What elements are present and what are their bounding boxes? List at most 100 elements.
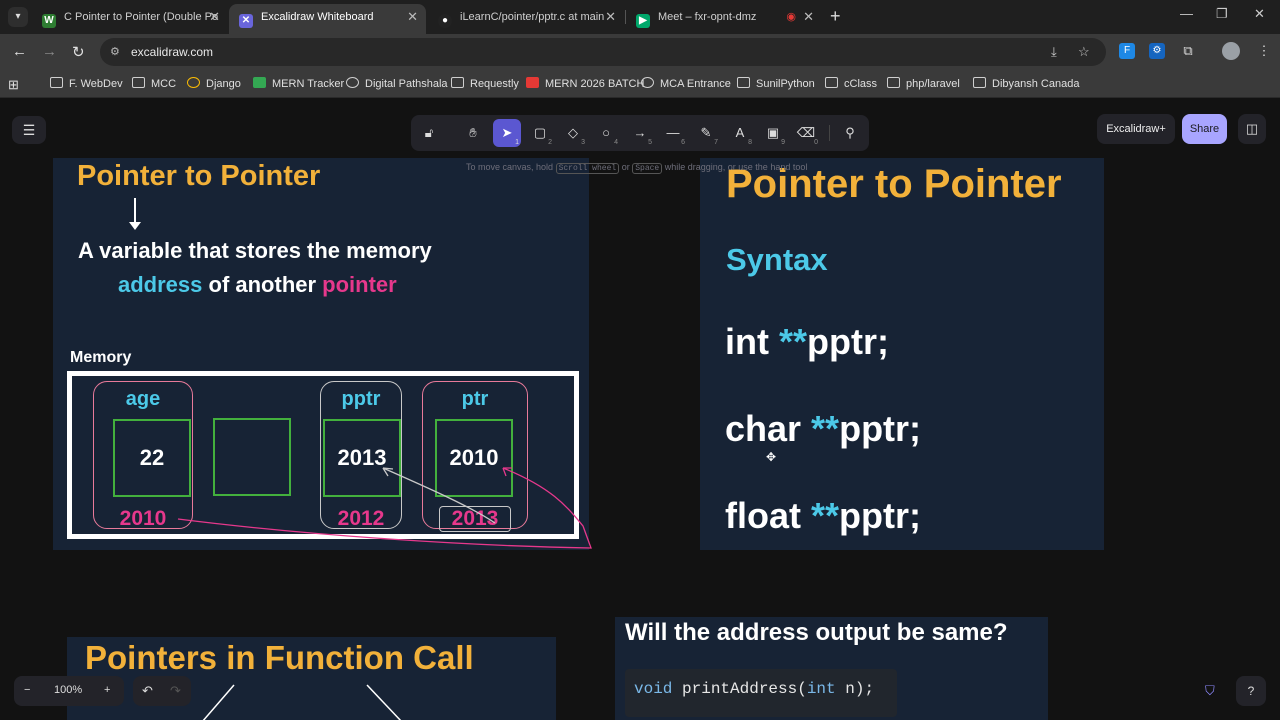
excalidraw-canvas[interactable]: Pointer to Pointer A variable that store…: [0, 98, 1280, 720]
browser-toolbar: ← → ↻ ⚙ excalidraw.com ⤓ ☆ F ⚙ ⧉ ⋮: [0, 34, 1280, 70]
minimize-icon[interactable]: —: [1180, 6, 1193, 21]
undo-redo-controls: ↶ ↷: [133, 676, 191, 706]
slide-address-question[interactable]: Will the address output be same? void pr…: [615, 617, 1048, 720]
tab-title: C Pointer to Pointer (Double Po: [64, 11, 219, 23]
bookmark-mern-2026[interactable]: MERN 2026 BATCH: [526, 77, 644, 90]
rectangle-tool-icon[interactable]: ▢ 2: [526, 119, 554, 147]
syntax-line-float: float **pptr;: [725, 495, 921, 536]
apps-grid-icon[interactable]: ⊞: [8, 77, 19, 93]
tab-title: Meet – fxr-opnt-dmz: [658, 11, 757, 23]
ptr-to-age-arrow: [177, 467, 592, 549]
close-tab-icon[interactable]: ✕: [803, 4, 814, 30]
definition-line-1: A variable that stores the memory: [78, 238, 432, 263]
help-icon[interactable]: ?: [1236, 676, 1266, 706]
bookmark-django[interactable]: Django: [187, 77, 241, 90]
browser-menu-icon[interactable]: ⋮: [1256, 43, 1272, 59]
redo-icon[interactable]: ↷: [170, 683, 181, 699]
folder-icon: [132, 77, 145, 88]
slide-pointer-definition[interactable]: Pointer to Pointer A variable that store…: [53, 158, 592, 550]
bookmark-sunilpython[interactable]: SunilPython: [737, 77, 815, 90]
bookmarks-bar: ⊞ F. WebDev MCC Django MERN Tracker Digi…: [0, 70, 1280, 98]
close-tab-icon[interactable]: ✕: [407, 4, 418, 30]
tab-meet[interactable]: ▶ Meet – fxr-opnt-dmz ◉ ✕: [626, 4, 822, 34]
youtube-icon: [526, 77, 539, 88]
diamond-tool-icon[interactable]: ◇ 3: [559, 119, 587, 147]
main-menu-button[interactable]: ☰: [12, 116, 46, 144]
bookmark-webdev[interactable]: F. WebDev: [50, 77, 123, 90]
bookmark-digital-pathshala[interactable]: Digital Pathshala: [346, 77, 448, 90]
syntax-line-char: char **pptr;: [725, 408, 922, 449]
tab-excalidraw[interactable]: ✕ Excalidraw Whiteboard ✕: [229, 4, 426, 34]
forward-icon[interactable]: →: [42, 43, 57, 60]
drive-icon: [187, 77, 200, 88]
sheets-icon: [253, 77, 266, 88]
folder-icon: [973, 77, 986, 88]
profile-avatar[interactable]: [1222, 42, 1240, 60]
arrow-tool-icon[interactable]: → 5: [626, 119, 654, 147]
eraser-tool-icon[interactable]: ⌫ 0: [792, 119, 820, 147]
draw-tool-icon[interactable]: ✎ 7: [692, 119, 720, 147]
folder-icon: [737, 77, 750, 88]
text-tool-icon[interactable]: A8: [726, 119, 754, 147]
close-window-icon[interactable]: ✕: [1254, 6, 1265, 22]
slide-syntax[interactable]: Pointer to Pointer Syntax int **pptr; ch…: [700, 158, 1104, 550]
url-text: excalidraw.com: [131, 45, 214, 59]
bookmark-php-laravel[interactable]: php/laravel: [887, 77, 960, 90]
folder-icon: [50, 77, 63, 88]
excalidraw-plus-button[interactable]: Excalidraw+: [1097, 114, 1175, 144]
bookmark-mca-entrance[interactable]: MCA Entrance: [641, 77, 731, 90]
meet-favicon-icon: ▶: [636, 14, 650, 28]
shield-icon[interactable]: ⛉: [1205, 683, 1215, 699]
bookmark-dibyansh-canada[interactable]: Dibyansh Canada: [973, 77, 1079, 90]
zoom-controls: − 100% +: [14, 676, 124, 706]
undo-icon[interactable]: ↶: [142, 683, 153, 699]
line-tool-icon[interactable]: —6: [659, 119, 687, 147]
tab-c-pointer[interactable]: W C Pointer to Pointer (Double Po ✕: [32, 4, 228, 34]
syntax-line-int: int **pptr;: [725, 321, 889, 362]
tools-toolbar: 🔓︎ ✋︎ ➤ 1 ▢ 2 ◇ 3 ○ 4 → 5 —6 ✎ 7 A8 ▣ 9 ⌫ 0 ⚲: [411, 115, 869, 151]
code-snippet: void printAddress(int n);: [625, 669, 897, 717]
bookmark-mcc[interactable]: MCC: [132, 77, 176, 90]
share-button[interactable]: Share: [1182, 114, 1227, 144]
github-favicon-icon: ●: [438, 14, 452, 28]
bookmark-star-icon[interactable]: ☆: [1078, 44, 1090, 60]
tab-github[interactable]: ● iLearnC/pointer/pptr.c at main ✕: [428, 4, 624, 34]
selection-tool-icon[interactable]: ➤ 1: [493, 119, 521, 147]
extension-f-icon[interactable]: F: [1119, 43, 1135, 59]
extensions-puzzle-icon[interactable]: ⧉: [1180, 43, 1196, 59]
lock-icon[interactable]: 🔓︎: [415, 119, 443, 147]
globe-icon: [641, 77, 654, 88]
zoom-in-icon[interactable]: +: [104, 684, 110, 696]
slide-title: Will the address output be same?: [625, 619, 1008, 646]
sidebar-toggle-icon[interactable]: ◫: [1238, 114, 1266, 144]
address-bar[interactable]: ⚙ excalidraw.com ⤓ ☆: [100, 38, 1106, 66]
pointer-arrows: [177, 467, 592, 549]
zoom-out-icon[interactable]: −: [24, 684, 30, 696]
site-info-icon[interactable]: ⚙: [110, 45, 120, 58]
install-app-icon[interactable]: ⤓: [1051, 44, 1057, 60]
requestly-icon: [451, 77, 464, 88]
bookmark-requestly[interactable]: Requestly: [451, 77, 519, 90]
bookmark-mern-tracker[interactable]: MERN Tracker: [253, 77, 344, 90]
browser-tab-bar: ▾ W C Pointer to Pointer (Double Po ✕ ✕ Ex…: [0, 0, 1280, 34]
close-tab-icon[interactable]: ✕: [209, 4, 220, 30]
extension-gear-icon[interactable]: ⚙: [1149, 43, 1165, 59]
excalidraw-favicon-icon: ✕: [239, 14, 253, 28]
ellipse-tool-icon[interactable]: ○ 4: [592, 119, 620, 147]
arrow-down-icon: [129, 198, 141, 230]
extra-tools-icon[interactable]: ⚲: [836, 119, 864, 147]
back-icon[interactable]: ←: [12, 43, 27, 60]
restore-icon[interactable]: ❐: [1216, 6, 1228, 22]
zoom-level[interactable]: 100%: [54, 684, 82, 696]
slide-title: Pointer to Pointer: [77, 160, 321, 192]
hand-tool-icon[interactable]: ✋︎: [459, 119, 487, 147]
folder-icon: [887, 77, 900, 88]
reload-icon[interactable]: ↻: [72, 43, 85, 61]
bookmark-cclass[interactable]: cClass: [825, 77, 877, 90]
close-tab-icon[interactable]: ✕: [605, 4, 616, 30]
tab-title: iLearnC/pointer/pptr.c at main: [460, 11, 605, 23]
tab-search-button[interactable]: ▾: [8, 7, 28, 27]
image-tool-icon[interactable]: ▣ 9: [759, 119, 787, 147]
definition-line-2: address of another pointer: [118, 272, 397, 297]
new-tab-button[interactable]: +: [830, 6, 841, 27]
